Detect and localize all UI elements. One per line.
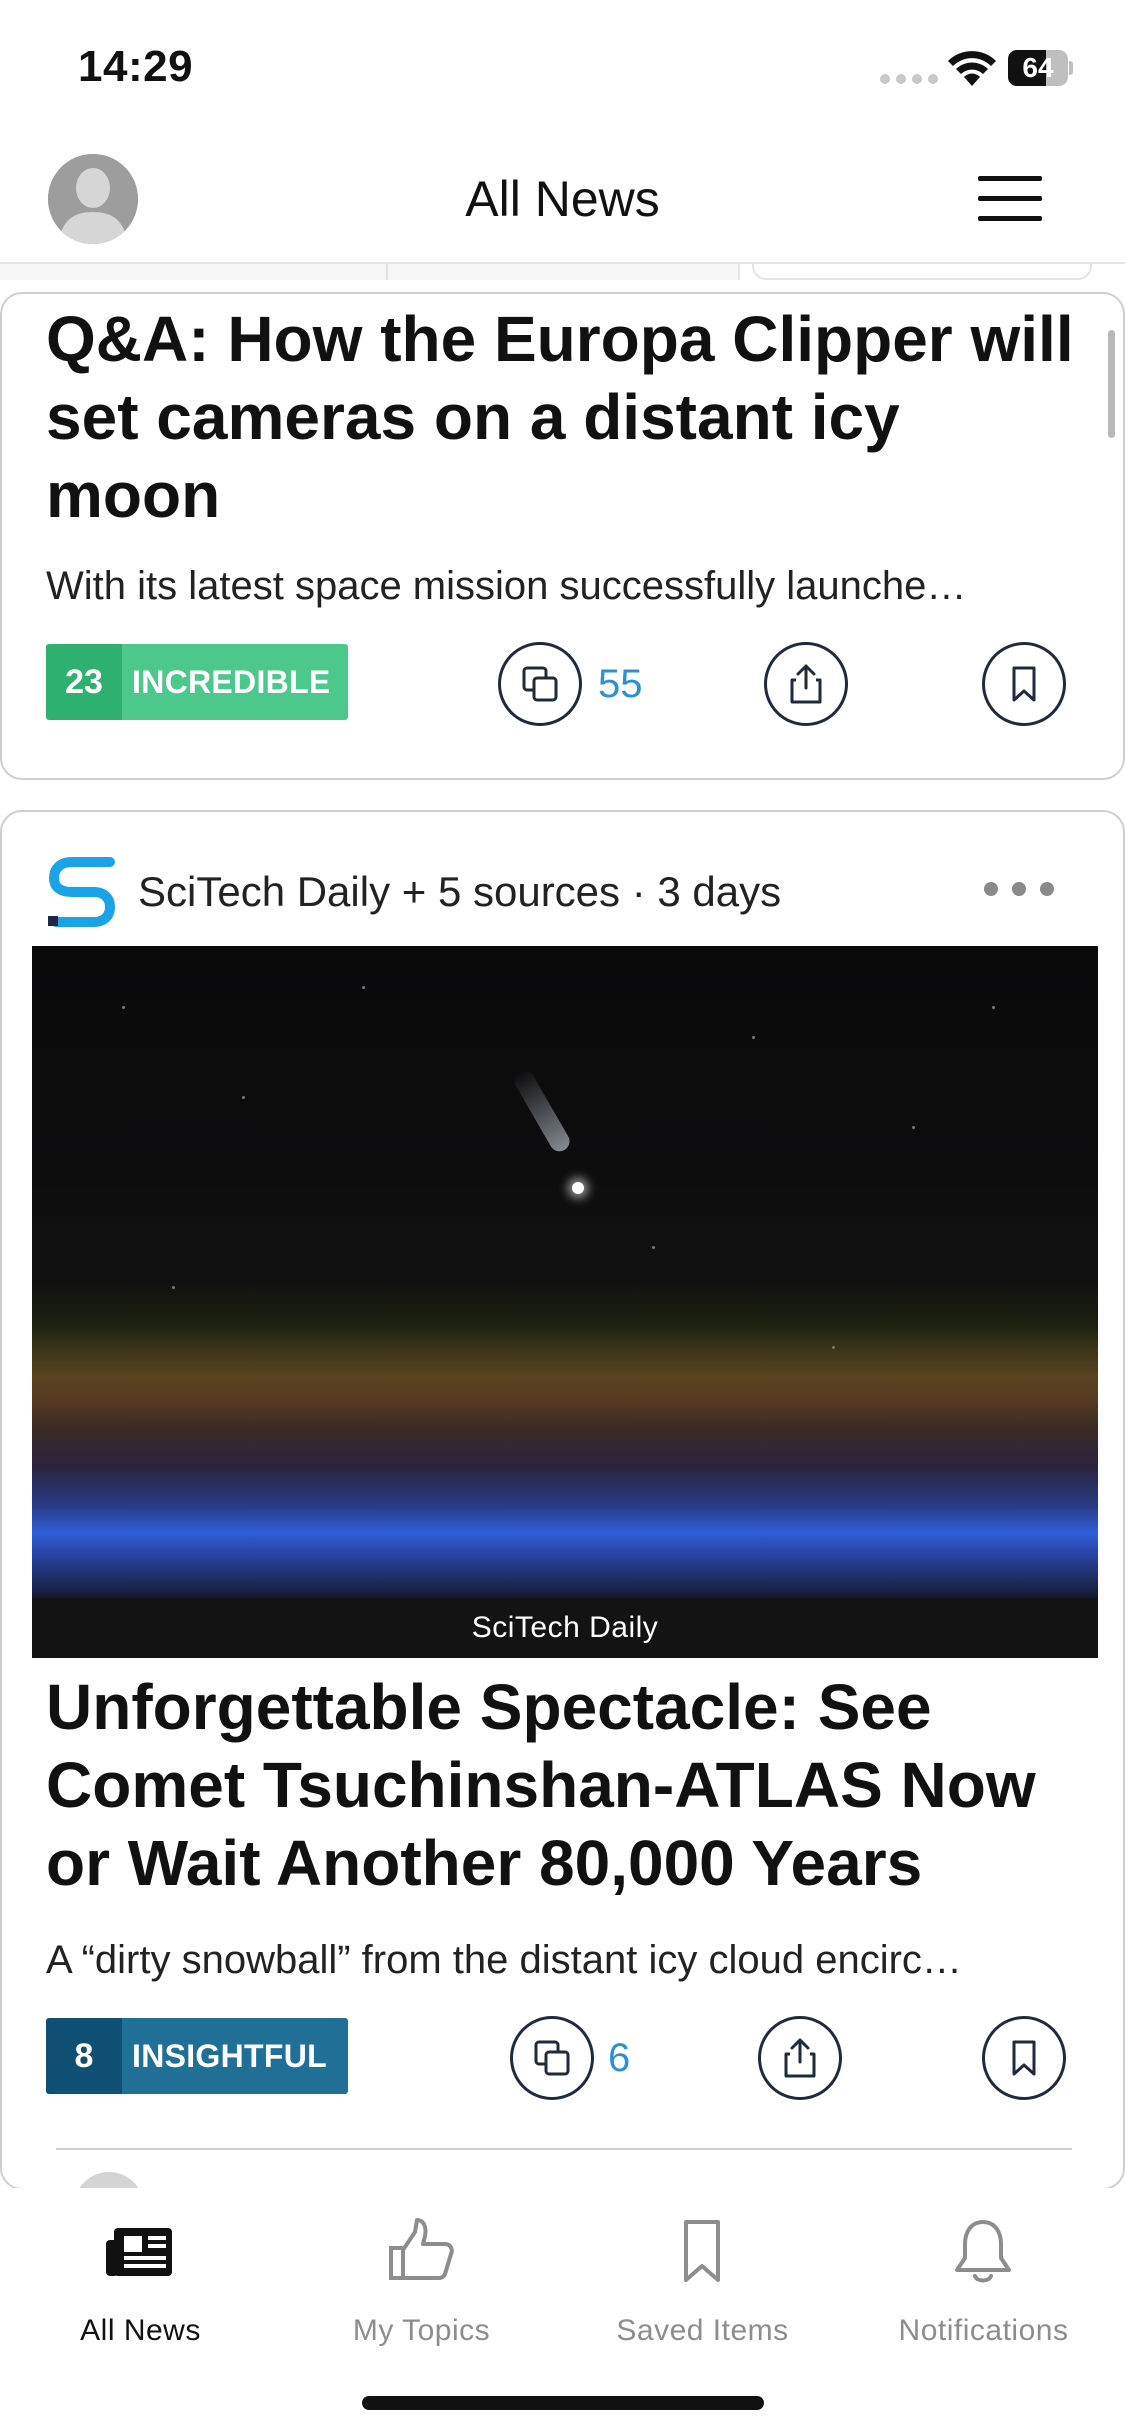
- newspaper-icon: [106, 2228, 172, 2276]
- reaction-badge[interactable]: 23 INCREDIBLE: [46, 644, 348, 720]
- bookmark-icon: [1012, 2040, 1036, 2076]
- related-count[interactable]: 6: [608, 2036, 630, 2081]
- nav-label: Saved Items: [616, 2314, 789, 2347]
- share-icon: [784, 2038, 816, 2078]
- article-summary: With its latest space mission successful…: [46, 564, 967, 608]
- article-card[interactable]: Q&A: How the Europa Clipper will set cam…: [0, 292, 1125, 780]
- status-time: 14:29: [78, 42, 194, 91]
- article-summary: A “dirty snowball” from the distant icy …: [46, 1938, 962, 1982]
- related-count[interactable]: 55: [598, 662, 643, 707]
- nav-label: My Topics: [352, 2314, 491, 2347]
- badge-count: 23: [46, 644, 122, 720]
- article-card[interactable]: SciTech Daily + 5 sources · 3 days SciTe…: [0, 810, 1125, 2190]
- wifi-icon: [948, 51, 996, 86]
- article-image[interactable]: SciTech Daily: [32, 946, 1098, 1658]
- bookmark-button[interactable]: [982, 2016, 1066, 2100]
- share-button[interactable]: [764, 642, 848, 726]
- related-articles-button[interactable]: [498, 642, 582, 726]
- bookmark-button[interactable]: [982, 642, 1066, 726]
- article-headline[interactable]: Q&A: How the Europa Clipper will set cam…: [46, 300, 1086, 534]
- nav-tab-notifications[interactable]: Notifications: [843, 2214, 1124, 2364]
- nav-tab-my-topics[interactable]: My Topics: [281, 2214, 562, 2364]
- stack-copy-icon: [522, 666, 558, 702]
- nav-tab-all-news[interactable]: All News: [0, 2214, 281, 2364]
- stack-copy-icon: [534, 2040, 570, 2076]
- page-title: All News: [465, 171, 660, 227]
- status-bar: 14:29 64: [0, 0, 1125, 140]
- share-icon: [790, 664, 822, 704]
- nav-label: Notifications: [898, 2314, 1069, 2347]
- nav-label: All News: [80, 2314, 201, 2347]
- bell-icon: [955, 2220, 1011, 2283]
- nav-tab-saved-items[interactable]: Saved Items: [562, 2214, 843, 2364]
- related-articles-button[interactable]: [510, 2016, 594, 2100]
- image-caption: SciTech Daily: [32, 1598, 1098, 1658]
- comet-tail: [510, 1067, 574, 1155]
- more-options-icon[interactable]: [984, 882, 1054, 896]
- thumbs-up-icon: [389, 2218, 454, 2280]
- scrollbar-thumb[interactable]: [1108, 330, 1115, 438]
- scitech-daily-logo-icon: [48, 857, 116, 927]
- battery-icon: 64: [1008, 50, 1073, 86]
- badge-label: INSIGHTFUL: [122, 2018, 348, 2094]
- comet-photo: [32, 946, 1098, 1598]
- divider: [56, 2148, 1072, 2150]
- comet-head: [572, 1182, 584, 1194]
- battery-level: 64: [1022, 52, 1054, 83]
- bookmark-icon: [684, 2220, 720, 2282]
- reaction-badge[interactable]: 8 INSIGHTFUL: [46, 2018, 348, 2094]
- badge-label: INCREDIBLE: [122, 644, 348, 720]
- badge-count: 8: [46, 2018, 122, 2094]
- article-headline[interactable]: Unforgettable Spectacle: See Comet Tsuch…: [46, 1668, 1086, 1902]
- share-button[interactable]: [758, 2016, 842, 2100]
- signal-dots-icon: [880, 74, 938, 84]
- home-indicator[interactable]: [362, 2396, 764, 2410]
- hamburger-menu-icon[interactable]: [978, 176, 1042, 226]
- source-row: SciTech Daily + 5 sources · 3 days: [46, 852, 1076, 936]
- app-header: All News: [0, 140, 1125, 264]
- bookmark-icon: [1012, 666, 1036, 702]
- source-label[interactable]: SciTech Daily + 5 sources · 3 days: [138, 868, 781, 916]
- filter-tabs-remnant: [0, 264, 1125, 280]
